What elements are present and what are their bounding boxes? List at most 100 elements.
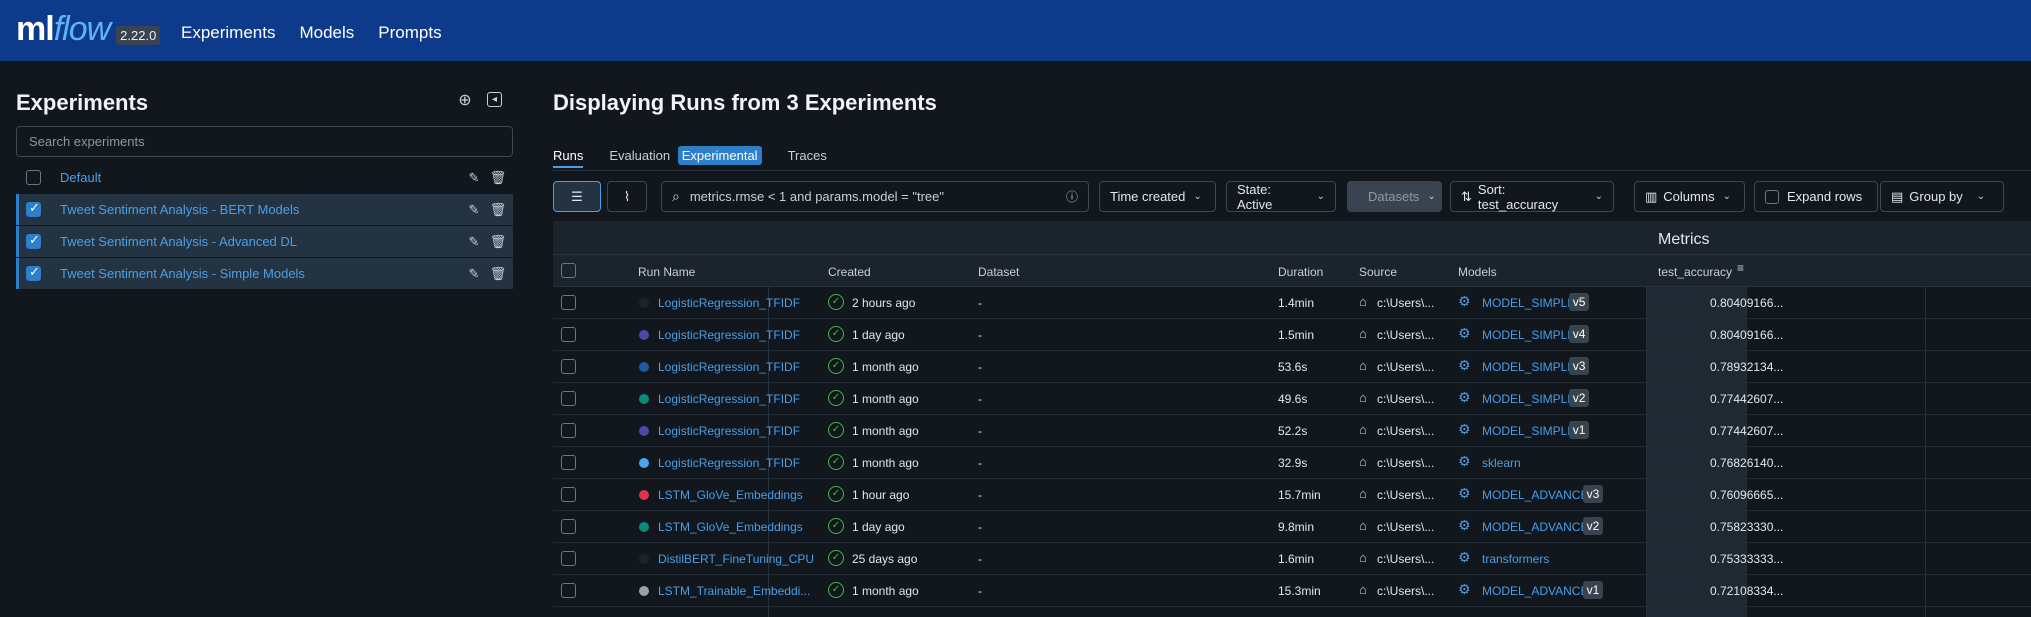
run-name-link[interactable]: LogisticRegression_TFIDF: [658, 392, 800, 406]
experiment-item-advanced-dl[interactable]: Tweet Sentiment Analysis - Advanced DL ✎…: [16, 226, 513, 257]
run-source[interactable]: c:\Users\...: [1377, 392, 1434, 406]
trash-icon[interactable]: 🗑: [489, 266, 507, 282]
run-color-dot[interactable]: [639, 554, 649, 564]
run-color-dot[interactable]: [639, 586, 649, 596]
run-color-dot[interactable]: [639, 490, 649, 500]
run-source[interactable]: c:\Users\...: [1377, 552, 1434, 566]
model-link[interactable]: sklearn: [1482, 456, 1521, 470]
mlflow-logo[interactable]: ml flow 2.22.0: [16, 10, 161, 49]
header-created[interactable]: Created: [828, 265, 871, 279]
run-color-dot[interactable]: [639, 330, 649, 340]
experiment-item-bert[interactable]: Tweet Sentiment Analysis - BERT Models ✎…: [16, 194, 513, 225]
run-color-dot[interactable]: [639, 426, 649, 436]
model-link[interactable]: MODEL_ADVANCED: [1482, 488, 1597, 502]
experiment-name[interactable]: Tweet Sentiment Analysis - Simple Models: [60, 266, 465, 281]
model-link[interactable]: MODEL_SIMPLE: [1482, 328, 1575, 342]
trash-icon[interactable]: 🗑: [489, 202, 507, 218]
header-run-name[interactable]: Run Name: [638, 265, 695, 279]
row-checkbox[interactable]: [561, 583, 576, 598]
run-name-link[interactable]: LogisticRegression_TFIDF: [658, 456, 800, 470]
run-source[interactable]: c:\Users\...: [1377, 520, 1434, 534]
run-name-link[interactable]: LogisticRegression_TFIDF: [658, 328, 800, 342]
nav-models[interactable]: Models: [299, 23, 354, 43]
experiment-checkbox[interactable]: [26, 170, 41, 185]
experiment-item-simple[interactable]: Tweet Sentiment Analysis - Simple Models…: [16, 258, 513, 289]
tab-traces[interactable]: Traces: [788, 148, 827, 168]
run-source[interactable]: c:\Users\...: [1377, 360, 1434, 374]
row-checkbox[interactable]: [561, 487, 576, 502]
experiment-checkbox[interactable]: [26, 232, 41, 249]
row-checkbox[interactable]: [561, 359, 576, 374]
run-source[interactable]: c:\Users\...: [1377, 584, 1434, 598]
experiment-name[interactable]: Tweet Sentiment Analysis - Advanced DL: [60, 234, 465, 249]
experiment-item-default[interactable]: Default ✎ 🗑: [16, 162, 513, 193]
header-models[interactable]: Models: [1458, 265, 1497, 279]
chart-view-button[interactable]: ⌇: [607, 181, 647, 212]
header-duration[interactable]: Duration: [1278, 265, 1323, 279]
pencil-icon[interactable]: ✎: [465, 266, 483, 282]
header-source[interactable]: Source: [1359, 265, 1397, 279]
model-version-badge[interactable]: v1: [1582, 581, 1604, 599]
pencil-icon[interactable]: ✎: [465, 202, 483, 218]
model-link[interactable]: MODEL_SIMPLE: [1482, 360, 1575, 374]
time-created-dropdown[interactable]: Time created ⌄: [1099, 181, 1216, 212]
pencil-icon[interactable]: ✎: [465, 234, 483, 250]
experiment-name[interactable]: Default: [60, 170, 465, 185]
nav-prompts[interactable]: Prompts: [378, 23, 441, 43]
expand-rows-toggle[interactable]: Expand rows: [1754, 181, 1878, 212]
group-by-dropdown[interactable]: ▤ Group by ⌄: [1880, 181, 2004, 212]
expand-rows-checkbox[interactable]: [1765, 189, 1779, 204]
run-source[interactable]: c:\Users\...: [1377, 456, 1434, 470]
run-color-dot[interactable]: [639, 394, 649, 404]
model-version-badge[interactable]: v2: [1582, 517, 1604, 535]
run-name-link[interactable]: LSTM_Trainable_Embeddi...: [658, 584, 810, 598]
run-source[interactable]: c:\Users\...: [1377, 424, 1434, 438]
trash-icon[interactable]: 🗑: [489, 234, 507, 250]
row-checkbox[interactable]: [561, 391, 576, 406]
info-icon[interactable]: ⓘ: [1066, 188, 1078, 205]
trash-icon[interactable]: 🗑: [489, 170, 507, 186]
run-name-link[interactable]: LogisticRegression_TFIDF: [658, 424, 800, 438]
run-color-dot[interactable]: [639, 362, 649, 372]
run-source[interactable]: c:\Users\...: [1377, 328, 1434, 342]
model-version-badge[interactable]: v5: [1568, 293, 1590, 311]
run-source[interactable]: c:\Users\...: [1377, 296, 1434, 310]
state-dropdown[interactable]: State: Active ⌄: [1226, 181, 1336, 212]
run-name-link[interactable]: LogisticRegression_TFIDF: [658, 360, 800, 374]
run-name-link[interactable]: LSTM_GloVe_Embeddings: [658, 520, 803, 534]
run-name-link[interactable]: DistilBERT_FineTuning_CPU: [658, 552, 814, 566]
tab-evaluation[interactable]: Evaluation Experimental: [609, 146, 762, 168]
model-version-badge[interactable]: v4: [1568, 325, 1590, 343]
list-view-button[interactable]: ☰: [553, 181, 601, 212]
row-checkbox[interactable]: [561, 423, 576, 438]
model-link[interactable]: MODEL_SIMPLE: [1482, 392, 1575, 406]
model-version-badge[interactable]: v3: [1568, 357, 1590, 375]
model-version-badge[interactable]: v2: [1568, 389, 1590, 407]
experiment-checkbox[interactable]: [26, 264, 41, 281]
plus-circle-icon[interactable]: ⊕: [456, 92, 474, 110]
run-name-link[interactable]: LogisticRegression_TFIDF: [658, 296, 800, 310]
collapse-sidebar-icon[interactable]: ◂: [487, 92, 502, 107]
run-search-input[interactable]: ⌕ metrics.rmse < 1 and params.model = "t…: [661, 181, 1089, 212]
model-link[interactable]: MODEL_SIMPLE: [1482, 424, 1575, 438]
header-dataset[interactable]: Dataset: [978, 265, 1019, 279]
model-version-badge[interactable]: v3: [1582, 485, 1604, 503]
run-color-dot[interactable]: [639, 298, 649, 308]
header-test-accuracy[interactable]: test_accuracy: [1658, 265, 1732, 279]
model-link[interactable]: MODEL_ADVANCED: [1482, 520, 1597, 534]
model-link[interactable]: MODEL_SIMPLE: [1482, 296, 1575, 310]
row-checkbox[interactable]: [561, 327, 576, 342]
row-checkbox[interactable]: [561, 519, 576, 534]
nav-experiments[interactable]: Experiments: [181, 23, 275, 43]
sort-dropdown[interactable]: ⇅ Sort: test_accuracy ⌄: [1450, 181, 1614, 212]
model-version-badge[interactable]: v1: [1568, 421, 1590, 439]
run-name-link[interactable]: LSTM_GloVe_Embeddings: [658, 488, 803, 502]
row-checkbox[interactable]: [561, 551, 576, 566]
experiment-name[interactable]: Tweet Sentiment Analysis - BERT Models: [60, 202, 465, 217]
model-link[interactable]: MODEL_ADVANCED: [1482, 584, 1597, 598]
pencil-icon[interactable]: ✎: [465, 170, 483, 186]
sort-desc-icon[interactable]: ≡: [1737, 261, 1744, 275]
run-source[interactable]: c:\Users\...: [1377, 488, 1434, 502]
row-checkbox[interactable]: [561, 295, 576, 310]
select-all-checkbox[interactable]: [561, 263, 576, 278]
